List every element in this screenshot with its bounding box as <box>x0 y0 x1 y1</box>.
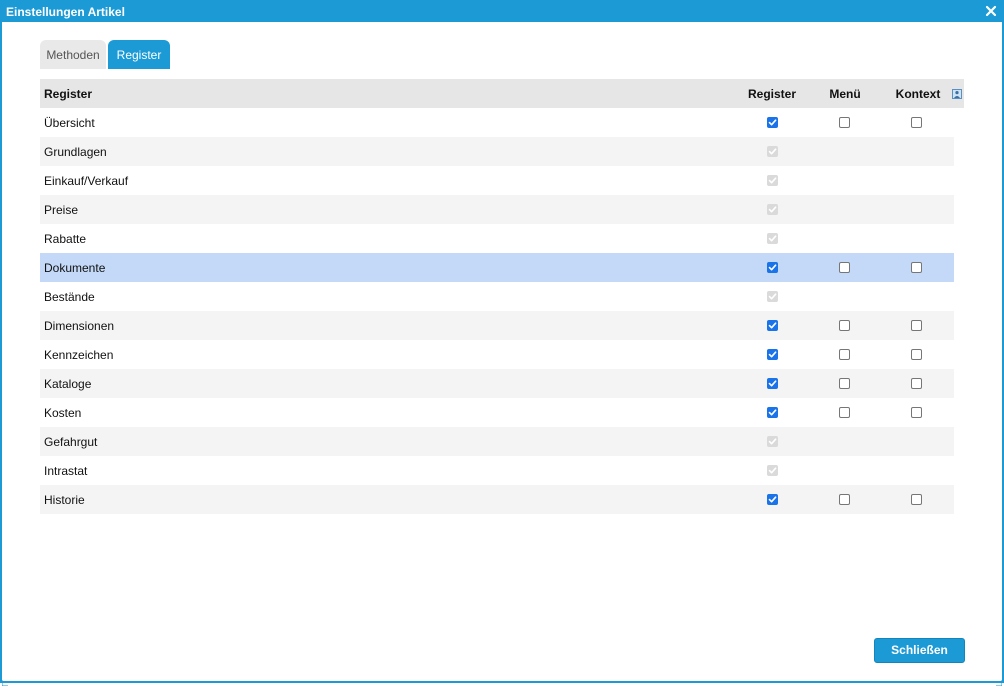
register-checkbox <box>767 233 778 244</box>
kontext-checkbox[interactable] <box>911 494 922 505</box>
table-row[interactable]: Gefahrgut <box>40 427 954 456</box>
register-checkbox[interactable] <box>767 378 778 389</box>
column-chooser-icon[interactable] <box>952 88 962 99</box>
tab-register[interactable]: Register <box>108 40 170 69</box>
row-label: Übersicht <box>44 116 95 130</box>
table-row[interactable]: Dimensionen <box>40 311 954 340</box>
column-header-register[interactable]: Register <box>738 79 806 108</box>
register-checkbox <box>767 465 778 476</box>
row-label: Intrastat <box>44 464 88 478</box>
column-header-menu[interactable]: Menü <box>812 79 878 108</box>
table-row[interactable]: Kosten <box>40 398 954 427</box>
resize-handle-left[interactable] <box>1 675 8 687</box>
close-button[interactable]: Schließen <box>874 638 965 663</box>
menu-checkbox[interactable] <box>839 320 850 331</box>
table-row[interactable]: Historie <box>40 485 954 514</box>
grid-body: Übersicht Grundlagen Einkauf/Verkauf Preise… <box>40 108 964 514</box>
table-row[interactable]: Übersicht <box>40 108 954 137</box>
resize-handle-right[interactable] <box>996 675 1003 687</box>
table-row[interactable]: Grundlagen <box>40 137 954 166</box>
kontext-checkbox[interactable] <box>911 117 922 128</box>
close-icon[interactable] <box>984 4 998 18</box>
register-checkbox[interactable] <box>767 262 778 273</box>
menu-checkbox[interactable] <box>839 378 850 389</box>
register-checkbox[interactable] <box>767 407 778 418</box>
menu-checkbox[interactable] <box>839 117 850 128</box>
register-checkbox[interactable] <box>767 320 778 331</box>
row-label: Grundlagen <box>44 145 107 159</box>
dialog-title: Einstellungen Artikel <box>6 5 125 19</box>
grid-header: Register Register Menü Kontext <box>40 79 964 108</box>
settings-dialog: Einstellungen Artikel Methoden Register … <box>0 0 1004 687</box>
menu-checkbox[interactable] <box>839 262 850 273</box>
register-checkbox[interactable] <box>767 117 778 128</box>
row-label: Bestände <box>44 290 95 304</box>
table-row[interactable]: Kennzeichen <box>40 340 954 369</box>
row-label: Kennzeichen <box>44 348 114 362</box>
register-checkbox <box>767 146 778 157</box>
kontext-checkbox[interactable] <box>911 407 922 418</box>
table-row[interactable]: Einkauf/Verkauf <box>40 166 954 195</box>
tab-methoden[interactable]: Methoden <box>40 40 106 69</box>
row-label: Einkauf/Verkauf <box>44 174 129 188</box>
kontext-checkbox[interactable] <box>911 349 922 360</box>
register-checkbox <box>767 436 778 447</box>
menu-checkbox[interactable] <box>839 407 850 418</box>
column-header-name[interactable]: Register <box>44 79 92 108</box>
table-row[interactable]: Bestände <box>40 282 954 311</box>
row-label: Preise <box>44 203 79 217</box>
table-row[interactable]: Kataloge <box>40 369 954 398</box>
row-label: Gefahrgut <box>44 435 98 449</box>
row-label: Kosten <box>44 406 82 420</box>
table-row[interactable]: Rabatte <box>40 224 954 253</box>
menu-checkbox[interactable] <box>839 494 850 505</box>
table-row[interactable]: Intrastat <box>40 456 954 485</box>
register-checkbox <box>767 291 778 302</box>
row-label: Dokumente <box>44 261 106 275</box>
kontext-checkbox[interactable] <box>911 262 922 273</box>
table-row[interactable]: Dokumente <box>40 253 954 282</box>
dialog-titlebar[interactable]: Einstellungen Artikel <box>2 2 1002 22</box>
kontext-checkbox[interactable] <box>911 378 922 389</box>
menu-checkbox[interactable] <box>839 349 850 360</box>
column-header-kontext[interactable]: Kontext <box>882 79 954 108</box>
row-label: Rabatte <box>44 232 87 246</box>
row-label: Historie <box>44 493 85 507</box>
register-checkbox[interactable] <box>767 494 778 505</box>
register-checkbox[interactable] <box>767 349 778 360</box>
register-checkbox <box>767 204 778 215</box>
kontext-checkbox[interactable] <box>911 320 922 331</box>
row-label: Kataloge <box>44 377 92 391</box>
register-grid: Register Register Menü Kontext Übersicht… <box>40 79 964 514</box>
register-checkbox <box>767 175 778 186</box>
table-row[interactable]: Preise <box>40 195 954 224</box>
row-label: Dimensionen <box>44 319 115 333</box>
